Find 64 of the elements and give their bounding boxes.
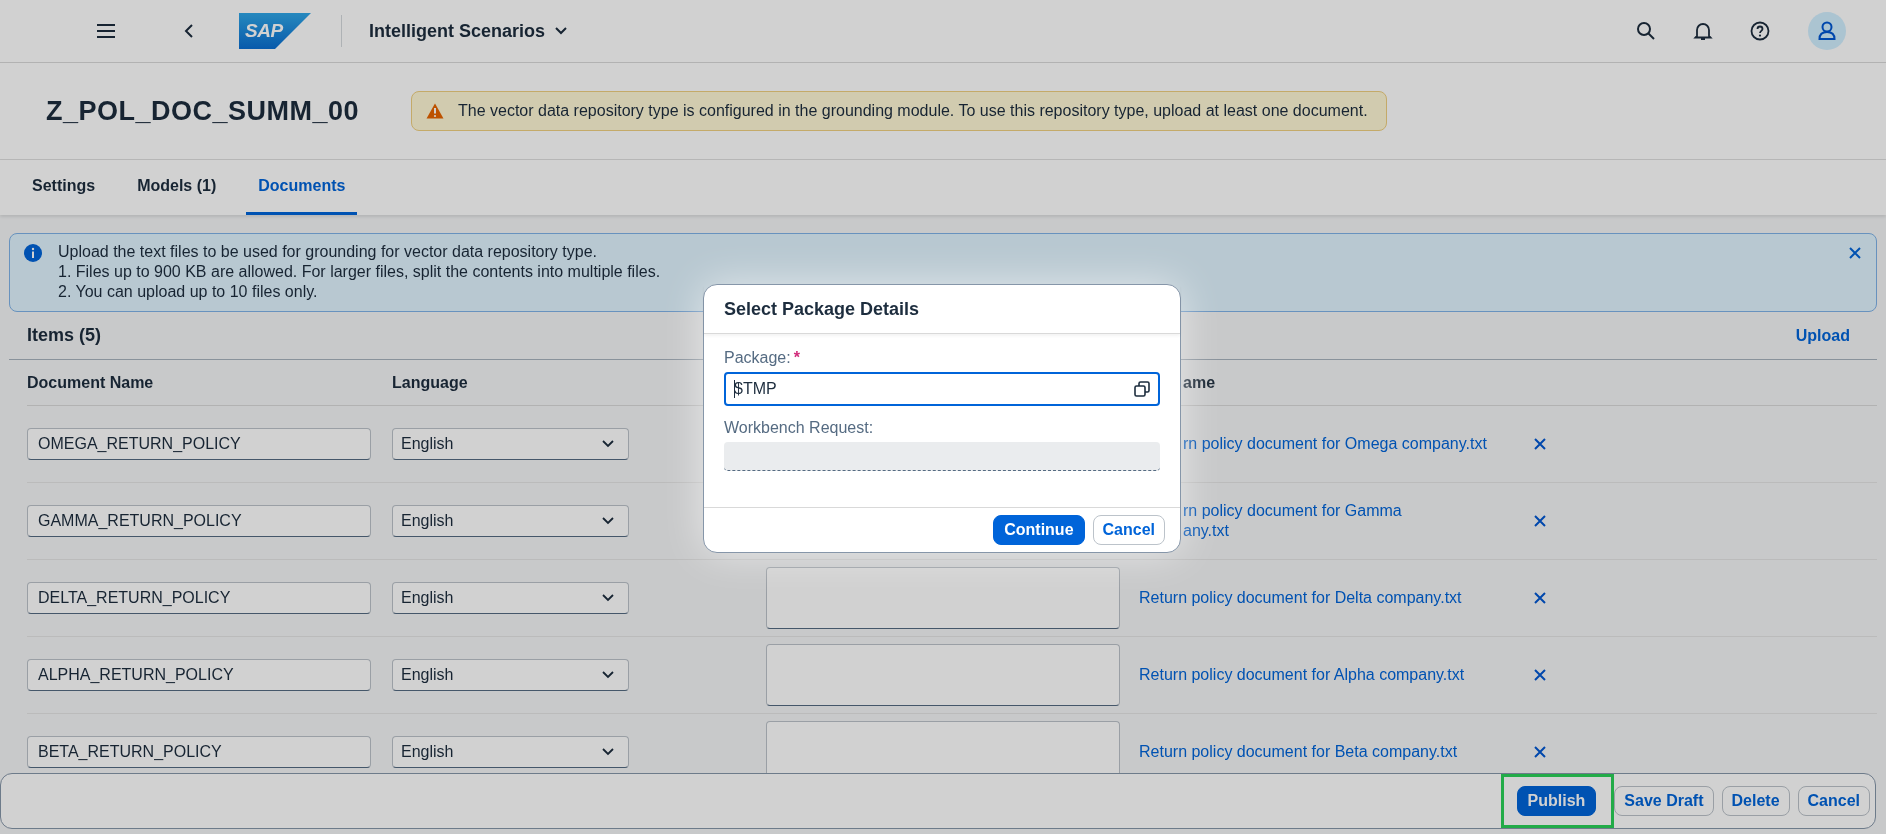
dialog-title: Select Package Details	[724, 298, 920, 320]
file-link[interactable]: Return policy document for Beta company.txt	[1139, 742, 1458, 762]
column-header: ame	[1183, 373, 1216, 392]
footer-button[interactable]: Publish	[1516, 786, 1597, 816]
document-name-field[interactable]: BETA_RETURN_POLICY	[27, 736, 371, 768]
field-label: Package:	[724, 349, 791, 367]
items-title: Items (5)	[27, 325, 102, 346]
warning-icon	[426, 103, 444, 119]
language-select[interactable]: English	[392, 736, 629, 768]
column-header: Language	[392, 373, 468, 392]
info-text: 2. You can upload up to 10 files only.	[58, 282, 319, 302]
back-icon[interactable]	[184, 23, 194, 39]
document-name-field[interactable]: GAMMA_RETURN_POLICY	[27, 505, 371, 537]
warning-text: The vector data repository type is configured in the grounding module. To use this repository type, upload at least one document.	[458, 102, 1368, 120]
delete-icon[interactable]	[1533, 437, 1547, 451]
language-select[interactable]: English	[392, 582, 629, 614]
value-help-icon[interactable]	[1134, 381, 1150, 397]
info-text: 1. Files up to 900 KB are allowed. For larger files, split the contents into multiple files.	[58, 262, 662, 282]
file-link[interactable]: Return policy document for Alpha company.txt	[1139, 665, 1465, 685]
chevron-down-icon	[602, 517, 614, 525]
info-icon	[24, 244, 42, 262]
description-field[interactable]	[766, 721, 1120, 773]
file-link[interactable]: rn policy document for Gamma any.txt	[1183, 501, 1402, 541]
document-name-field[interactable]: OMEGA_RETURN_POLICY	[27, 428, 371, 460]
package-field[interactable]: $TMP	[724, 372, 1160, 406]
help-icon[interactable]	[1750, 21, 1770, 41]
upload-link[interactable]: Upload	[1795, 326, 1850, 345]
chevron-down-icon	[555, 27, 568, 35]
menu-icon[interactable]	[96, 23, 116, 39]
file-link[interactable]: Return policy document for Delta company.txt	[1139, 588, 1462, 608]
document-name-field[interactable]: DELTA_RETURN_POLICY	[27, 582, 371, 614]
chevron-down-icon	[602, 671, 614, 679]
dialog-button[interactable]: Cancel	[1092, 515, 1165, 545]
app-title-menu[interactable]: Intelligent Scenarios	[369, 20, 568, 42]
bell-icon[interactable]	[1693, 21, 1713, 41]
chevron-down-icon	[602, 594, 614, 602]
tab[interactable]: Documents	[246, 160, 358, 215]
avatar-icon[interactable]	[1808, 12, 1846, 50]
field-label: Workbench Request:	[724, 419, 874, 437]
dialog-button[interactable]: Continue	[993, 515, 1085, 545]
document-name-field[interactable]: ALPHA_RETURN_POLICY	[27, 659, 371, 691]
info-text: Upload the text files to be used for grounding for vector data repository type.	[58, 242, 598, 262]
language-select[interactable]: English	[392, 428, 629, 460]
delete-icon[interactable]	[1533, 514, 1547, 528]
page-title: Z_POL_DOC_SUMM_00	[46, 95, 361, 127]
file-link[interactable]: rn policy document for Omega company.txt	[1183, 434, 1487, 454]
footer-button[interactable]: Save Draft	[1614, 786, 1714, 816]
footer-button[interactable]: Cancel	[1797, 786, 1870, 816]
tab[interactable]: Models (1)	[125, 160, 229, 215]
close-icon[interactable]	[1848, 246, 1862, 260]
search-icon[interactable]	[1636, 21, 1656, 41]
footer-button[interactable]: Delete	[1721, 786, 1790, 816]
chevron-down-icon	[602, 440, 614, 448]
delete-icon[interactable]	[1533, 668, 1547, 682]
delete-icon[interactable]	[1533, 591, 1547, 605]
required-mark: *	[793, 349, 800, 367]
tab[interactable]: Settings	[20, 160, 108, 215]
description-field[interactable]	[766, 644, 1120, 706]
delete-icon[interactable]	[1533, 745, 1547, 759]
column-header: Document Name	[27, 373, 154, 392]
language-select[interactable]: English	[392, 505, 629, 537]
language-select[interactable]: English	[392, 659, 629, 691]
chevron-down-icon	[602, 748, 614, 756]
description-field[interactable]	[766, 567, 1120, 629]
